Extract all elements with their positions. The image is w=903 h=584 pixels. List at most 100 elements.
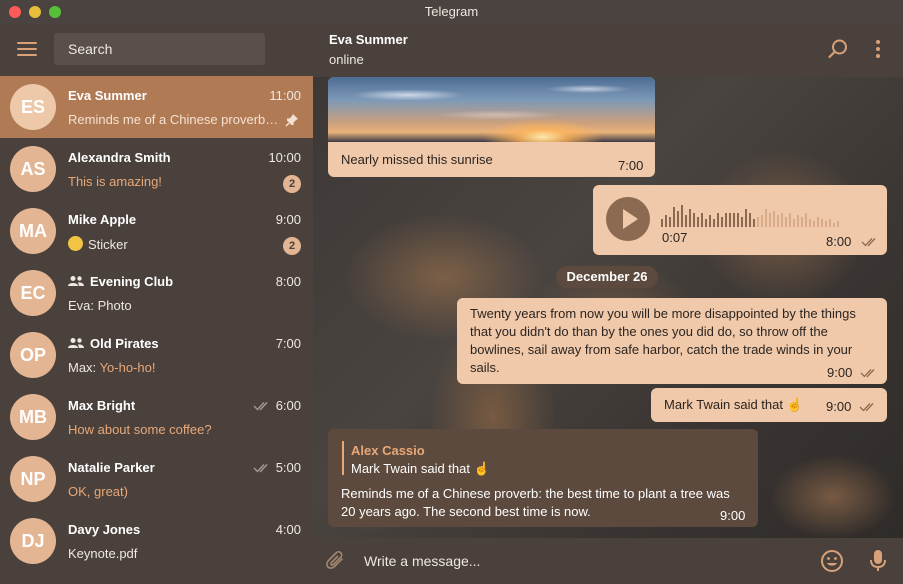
reply-quote-text: Mark Twain said that — [351, 461, 470, 476]
chat-item-max-bright[interactable]: MB Max Bright 6:00 How about some coffee… — [0, 386, 313, 448]
chat-list: ES Eva Summer 11:00 Reminds me of a Chin… — [0, 76, 313, 572]
reply-bar — [342, 441, 344, 475]
message-area[interactable]: Nearly missed this sunrise 7:00 0:07 8:0… — [313, 77, 903, 538]
avatar: EC — [10, 270, 56, 316]
unread-badge: 2 — [283, 175, 301, 193]
preview-sender: Max: — [68, 360, 97, 375]
chat-preview: How about some coffee? — [68, 422, 212, 437]
chat-name: Mike Apple — [68, 212, 137, 227]
chat-time: 11:00 — [269, 88, 301, 103]
smile-emoji-icon — [68, 236, 83, 251]
chat-name: Natalie Parker — [68, 460, 155, 475]
read-check-icon — [861, 238, 876, 247]
outgoing-message[interactable]: Mark Twain said that ☝️ 9:00 — [651, 388, 887, 422]
unread-badge: 2 — [283, 237, 301, 255]
chat-name: Max Bright — [68, 398, 136, 413]
chat-preview: OK, great) — [68, 484, 128, 499]
chat-item-eva-summer[interactable]: ES Eva Summer 11:00 Reminds me of a Chin… — [0, 76, 313, 138]
message-time: 7:00 — [618, 158, 644, 173]
more-icon[interactable] — [873, 38, 883, 60]
group-icon — [68, 338, 84, 348]
photo-message[interactable]: Nearly missed this sunrise 7:00 — [328, 77, 655, 177]
window-title: Telegram — [424, 4, 479, 19]
outgoing-message[interactable]: Twenty years from now you will be more d… — [457, 298, 887, 384]
chat-name-text: Old Pirates — [90, 336, 159, 351]
search-input[interactable]: Search — [54, 33, 265, 65]
preview-text: Sticker — [88, 237, 128, 252]
play-icon — [623, 209, 638, 229]
chat-preview: Reminds me of a Chinese proverb: the bes… — [68, 112, 280, 127]
avatar: DJ — [10, 518, 56, 564]
chat-name: Davy Jones — [68, 522, 141, 537]
chat-header: Eva Summer online — [313, 24, 903, 77]
reply-quote[interactable]: Mark Twain said that ☝️ — [351, 460, 490, 478]
message-text: Reminds me of a Chinese proverb: the bes… — [341, 486, 730, 519]
photo-caption: Nearly missed this sunrise — [341, 152, 493, 167]
chat-preview: Eva: Photo — [68, 298, 280, 313]
avatar: NP — [10, 456, 56, 502]
date-separator: December 26 — [556, 266, 658, 288]
voice-duration: 0:07 — [662, 230, 688, 245]
reply-author[interactable]: Alex Cassio — [351, 442, 425, 460]
chat-time: 8:00 — [275, 274, 301, 289]
chat-time: 7:00 — [275, 336, 301, 351]
chat-preview: Sticker — [68, 236, 280, 252]
read-check-icon — [859, 403, 874, 412]
message-time: 8:00 — [826, 234, 852, 249]
incoming-reply-message[interactable]: Alex Cassio Mark Twain said that ☝️ Remi… — [328, 429, 758, 527]
avatar: MB — [10, 394, 56, 440]
emoji-icon[interactable] — [820, 549, 844, 573]
preview-text: Yo-ho-ho! — [99, 360, 156, 375]
preview-sender: Eva: — [68, 298, 95, 313]
waveform[interactable] — [661, 201, 841, 227]
avatar: ES — [10, 84, 56, 130]
sidebar: Search ES Eva Summer 11:00 Reminds me of… — [0, 24, 313, 584]
search-icon[interactable] — [827, 38, 849, 60]
sunrise-photo[interactable] — [328, 77, 655, 142]
chat-preview: Max: Yo-ho-ho! — [68, 360, 280, 375]
chat-time: 5:00 — [275, 460, 301, 475]
peer-status: online — [329, 52, 364, 67]
chat-name: Alexandra Smith — [68, 150, 171, 165]
chat-item-natalie-parker[interactable]: NP Natalie Parker 5:00 OK, great) — [0, 448, 313, 510]
minimize-window-button[interactable] — [29, 6, 41, 18]
composer — [313, 538, 903, 584]
title-bar: Telegram — [0, 0, 903, 24]
menu-icon[interactable] — [17, 42, 37, 56]
mic-icon[interactable] — [869, 549, 887, 573]
play-button[interactable] — [606, 197, 650, 241]
preview-text: Photo — [97, 298, 132, 313]
message-text: Mark Twain said that ☝️ — [664, 396, 803, 414]
chat-name: Evening Club — [68, 274, 173, 289]
read-check-icon — [253, 402, 268, 411]
chat-item-evening-club[interactable]: EC Evening Club 8:00 Eva: Photo — [0, 262, 313, 324]
peer-name[interactable]: Eva Summer — [329, 32, 408, 47]
chat-time: 4:00 — [275, 522, 301, 537]
avatar: AS — [10, 146, 56, 192]
zoom-window-button[interactable] — [49, 6, 61, 18]
message-time: 9:00 — [826, 399, 852, 414]
chat-item-davy-jones[interactable]: DJ Davy Jones 4:00 Keynote.pdf — [0, 510, 313, 572]
chat-item-alexandra-smith[interactable]: AS Alexandra Smith 10:00 This is amazing… — [0, 138, 313, 200]
message-input[interactable] — [357, 546, 797, 576]
read-check-icon — [253, 464, 268, 473]
chat-name: Old Pirates — [68, 336, 159, 351]
chat-time: 10:00 — [268, 150, 301, 165]
chat-item-old-pirates[interactable]: OP Old Pirates 7:00 Max: Yo-ho-ho! — [0, 324, 313, 386]
pin-icon — [285, 114, 298, 127]
voice-message[interactable]: 0:07 8:00 — [593, 185, 887, 255]
chat-time: 9:00 — [275, 212, 301, 227]
pointing-up-emoji-icon: ☝️ — [786, 397, 803, 412]
pointing-up-emoji-icon: ☝️ — [473, 461, 490, 476]
avatar: OP — [10, 332, 56, 378]
chat-name-text: Evening Club — [90, 274, 174, 289]
chat-preview: Keynote.pdf — [68, 546, 138, 561]
chat-item-mike-apple[interactable]: MA Mike Apple 9:00 Sticker 2 — [0, 200, 313, 262]
read-check-icon — [860, 369, 875, 378]
chat-preview: This is amazing! — [68, 174, 162, 189]
message-text: Twenty years from now you will be more d… — [470, 306, 856, 375]
message-time: 9:00 — [720, 508, 746, 523]
attach-icon[interactable] — [325, 550, 347, 572]
close-window-button[interactable] — [9, 6, 21, 18]
sidebar-header: Search — [0, 24, 313, 76]
